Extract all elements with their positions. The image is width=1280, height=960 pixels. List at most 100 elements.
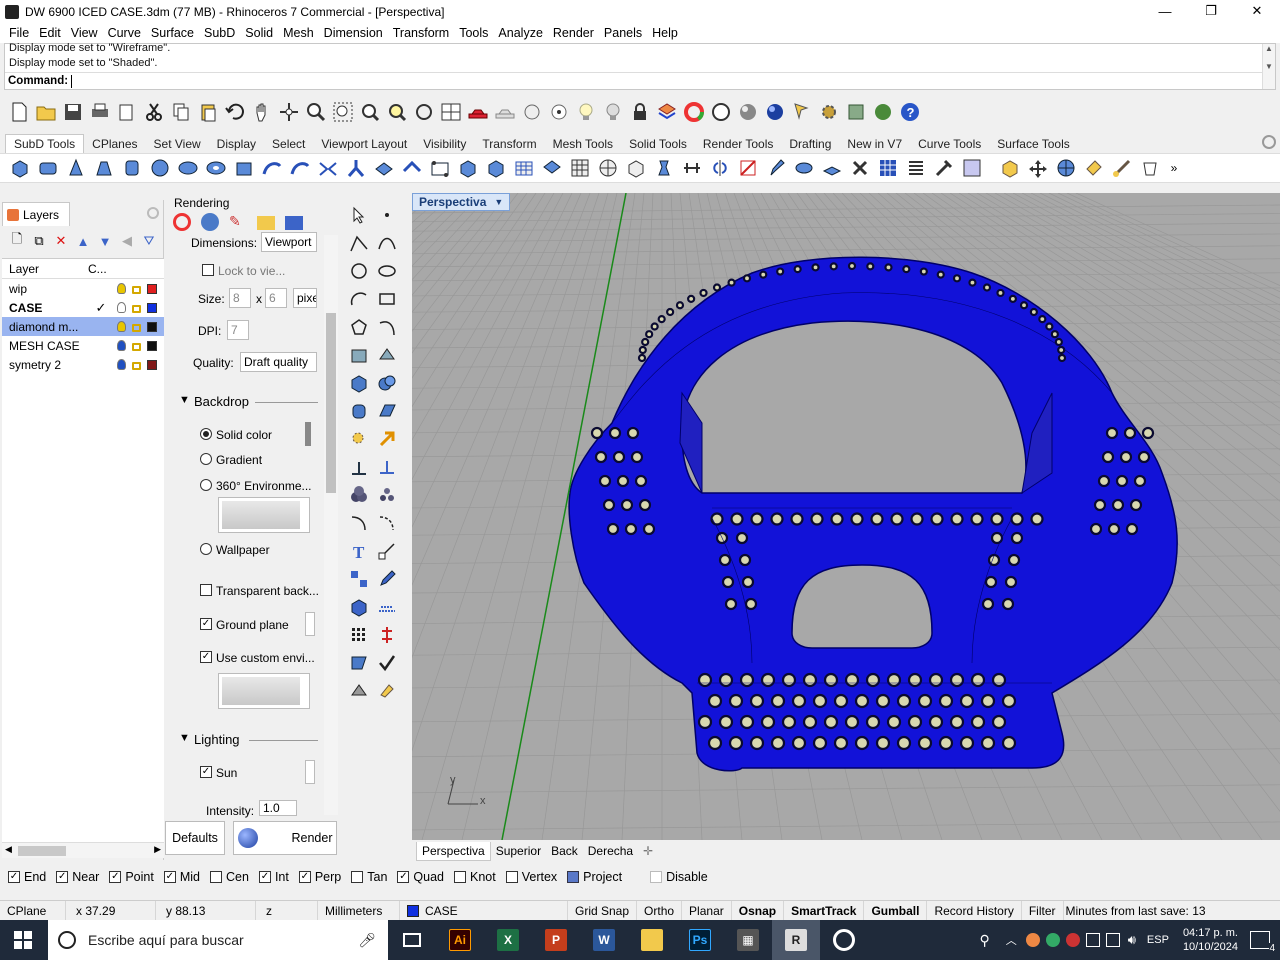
viewport-tab-superior[interactable]: Superior [491,842,546,860]
ellipse-icon[interactable] [374,258,400,284]
360-environment-radio[interactable] [200,479,212,491]
osnap-quad[interactable]: ✓ Quad [397,870,444,884]
osnap-checkbox[interactable]: ✓ [163,871,176,883]
scatter-icon[interactable] [374,482,400,508]
intensity-input[interactable]: 1.0 [259,800,297,816]
paste-icon[interactable] [195,99,221,125]
layer-visibility-bulb-icon[interactable] [114,283,129,294]
current-column-header[interactable]: C... [88,262,114,276]
rectangle-icon[interactable] [374,286,400,312]
osnap-project[interactable]: Project [567,870,622,884]
menu-tools[interactable]: Tools [454,26,493,40]
cplane-status[interactable]: CPlane [0,900,66,922]
layer-visibility-bulb-icon[interactable] [114,340,129,351]
cut-icon[interactable] [141,99,167,125]
osnap-perp[interactable]: ✓ Perp [298,870,341,884]
subd-box-grid-icon[interactable] [622,155,650,181]
subd-sphere-icon[interactable] [146,155,174,181]
material-icon[interactable] [708,99,734,125]
sun-settings-button[interactable] [305,760,315,784]
show-hidden-icons-chevron-icon[interactable]: ︿ [1006,932,1017,948]
size-height-input[interactable]: 6 [265,288,287,308]
undo-view-icon[interactable] [411,99,437,125]
subd-highlight-icon[interactable] [1080,155,1108,181]
render-settings-icon[interactable] [201,213,219,231]
tab-new-in-v7[interactable]: New in V7 [839,135,910,153]
network-icon[interactable] [1105,933,1120,947]
subd-mesh-grid-icon[interactable] [510,155,538,181]
ortho-toggle[interactable]: Ortho [637,900,683,922]
watch-case-model[interactable] [568,256,1178,772]
osnap-checkbox[interactable] [454,871,466,883]
close-button[interactable]: ✕ [1234,0,1280,22]
viewport-menu-chevron-icon[interactable]: ▼ [494,197,503,207]
osnap-checkbox[interactable]: ✓ [109,871,122,883]
check-icon[interactable] [374,650,400,676]
osnap-mid[interactable]: ✓ Mid [163,870,200,884]
powerpoint-app-icon[interactable]: P [532,920,580,960]
subd-grid-icon[interactable] [566,155,594,181]
tab-mesh-tools[interactable]: Mesh Tools [545,135,621,153]
layer-color-swatch[interactable] [144,302,159,313]
osnap-knot[interactable]: Knot [454,870,496,884]
osnap-checkbox[interactable]: ✓ [258,871,271,883]
subd-bridge-icon[interactable] [314,155,342,181]
layer-row[interactable]: wip [2,279,164,298]
maximize-button[interactable]: ❐ [1188,0,1234,22]
menu-file[interactable]: File [4,26,34,40]
subd-cube-icon[interactable] [482,155,510,181]
subd-box-icon[interactable] [6,155,34,181]
rendering-panel-scrollbar[interactable] [324,235,338,815]
subd-torus-icon[interactable] [202,155,230,181]
subd-ellipsoid-icon[interactable] [174,155,202,181]
layer-lock-icon[interactable] [129,283,144,294]
annotation-icon[interactable] [374,454,400,480]
subd-fill-icon[interactable] [818,155,846,181]
render-shape-icon[interactable] [346,678,372,704]
move-layer-up-icon[interactable]: ▲ [74,232,92,250]
subd-move-icon[interactable] [1024,155,1052,181]
render-blue-sphere-icon[interactable] [762,99,788,125]
polyline-icon[interactable] [346,230,372,256]
layer-visibility-bulb-icon[interactable] [114,321,129,332]
tab-drafting[interactable]: Drafting [781,135,839,153]
import-icon[interactable] [114,99,140,125]
subd-edges-icon[interactable] [538,155,566,181]
select-icon[interactable] [519,99,545,125]
history-icon[interactable] [374,622,400,648]
osnap-vertex[interactable]: Vertex [505,870,557,884]
menu-curve[interactable]: Curve [103,26,146,40]
edit-icon[interactable] [374,566,400,592]
viewport-tab-back[interactable]: Back [546,842,583,860]
record-history-toggle[interactable]: Record History [927,900,1022,922]
point-icon[interactable] [374,202,400,228]
defaults-button[interactable]: Defaults [165,821,225,855]
osnap-checkbox[interactable] [505,871,518,883]
viewport-canvas[interactable]: x y [412,193,1280,840]
subd-pipe-icon[interactable] [342,155,370,181]
keyshot-app-icon[interactable] [820,920,868,960]
illustrator-app-icon[interactable]: Ai [436,920,484,960]
tab-subd-tools[interactable]: SubD Tools [5,134,85,153]
tab-display[interactable]: Display [209,135,264,153]
subd-symmetry-icon[interactable] [706,155,734,181]
arc-icon[interactable] [346,286,372,312]
lighting-section-header[interactable]: Lighting [194,732,240,747]
lock-icon[interactable] [627,99,653,125]
osnap-cen[interactable]: Cen [210,870,249,884]
move-layer-down-icon[interactable]: ▼ [96,232,114,250]
rhino-app-icon[interactable]: R [772,920,820,960]
light-icon[interactable] [374,678,400,704]
osnap-end[interactable]: ✓ End [8,870,46,884]
input-language[interactable]: ESP [1147,934,1169,946]
zoom-selected-icon[interactable] [384,99,410,125]
dimensions-select[interactable]: Viewport [261,232,317,252]
dpi-input[interactable]: 7 [227,320,249,340]
add-viewport-tab-icon[interactable]: ✛ [638,842,658,860]
new-sublayer-icon[interactable]: ⧉ [30,232,48,250]
ground-plane-settings-button[interactable] [305,612,315,636]
layers-panel-gear-icon[interactable] [147,207,159,219]
zoom-icon[interactable] [303,99,329,125]
move-layer-left-icon[interactable]: ◀ [118,232,136,250]
analyze-icon[interactable] [374,594,400,620]
